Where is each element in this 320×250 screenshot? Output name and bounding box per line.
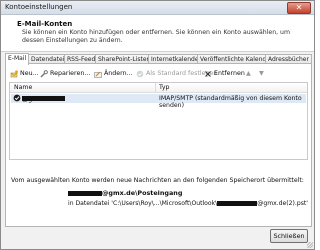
header-title: E-Mail-Konten (17, 20, 73, 28)
table-row[interactable]: @gmx.de IMAP/SMTP (standardmäßig von die… (11, 94, 306, 109)
tab-strip: E-Mail Datendateien RSS-Feeds SharePoint… (5, 53, 312, 65)
up-icon: ▲ (246, 70, 251, 77)
remove-icon (204, 70, 212, 78)
data-file-path-prefix: in Datendatei 'C:\Users\Roy\...\Microsof… (68, 200, 218, 207)
title-bar: Kontoeinstellungen ✕ (1, 1, 314, 15)
window-title: Kontoeinstellungen (5, 3, 73, 11)
account-settings-window: Kontoeinstellungen ✕ E-Mail-Konten Sie k… (0, 0, 315, 250)
close-button[interactable]: Schließen (270, 229, 308, 243)
dialog-header: E-Mail-Konten Sie können ein Konto hinzu… (1, 15, 314, 52)
redacted-path-name (217, 200, 258, 206)
redacted-store-name (68, 190, 102, 196)
change-icon (94, 70, 102, 78)
header-description: Sie können ein Konto hinzufügen oder ent… (22, 29, 290, 44)
delivery-folder-label: @gmx.de\Posteingang (102, 189, 183, 197)
data-file-path: in Datendatei 'C:\Users\Roy\...\Microsof… (68, 200, 308, 207)
account-domain: @gmx.de (22, 96, 52, 103)
column-header-type[interactable]: Typ (159, 84, 169, 91)
repair-icon (40, 69, 48, 78)
repair-label: Reparieren... (50, 70, 91, 77)
account-list: Name Typ @gmx.de IMAP/SMTP (standardmäßi… (9, 82, 308, 160)
change-label: Ändern... (104, 70, 133, 77)
account-toolbar: Neu... Reparieren... Ändern... Als Stand… (8, 68, 308, 79)
column-header-name[interactable]: Name (14, 84, 32, 91)
delivery-info-text: Vom ausgewählten Konto werden neue Nachr… (11, 177, 304, 184)
account-type: IMAP/SMTP (standardmäßig von diesem Kont… (159, 95, 302, 109)
new-icon (10, 69, 18, 78)
down-icon: ▼ (259, 70, 264, 77)
delivery-folder: @gmx.de\Posteingang (68, 189, 182, 197)
close-icon: ✕ (295, 3, 303, 12)
account-list-header: Name Typ (10, 83, 307, 93)
window-close-button[interactable]: ✕ (287, 2, 311, 14)
new-label: Neu... (20, 70, 39, 77)
email-tab-panel: Neu... Reparieren... Ändern... Als Stand… (5, 63, 312, 227)
check-icon (13, 94, 21, 104)
resize-grip[interactable] (307, 242, 313, 248)
data-file-path-suffix: @gmx.de(2).pst' (257, 200, 308, 207)
default-icon (136, 70, 144, 78)
remove-label: Entfernen (214, 70, 245, 77)
new-button[interactable]: Neu... (10, 68, 39, 79)
move-down-button[interactable]: ▼ (259, 68, 264, 79)
remove-button[interactable]: Entfernen (204, 68, 245, 79)
move-up-button[interactable]: ▲ (246, 68, 251, 79)
tab-email[interactable]: E-Mail (5, 53, 30, 65)
change-button[interactable]: Ändern... (94, 68, 133, 79)
repair-button[interactable]: Reparieren... (40, 68, 90, 79)
column-divider (155, 83, 156, 92)
